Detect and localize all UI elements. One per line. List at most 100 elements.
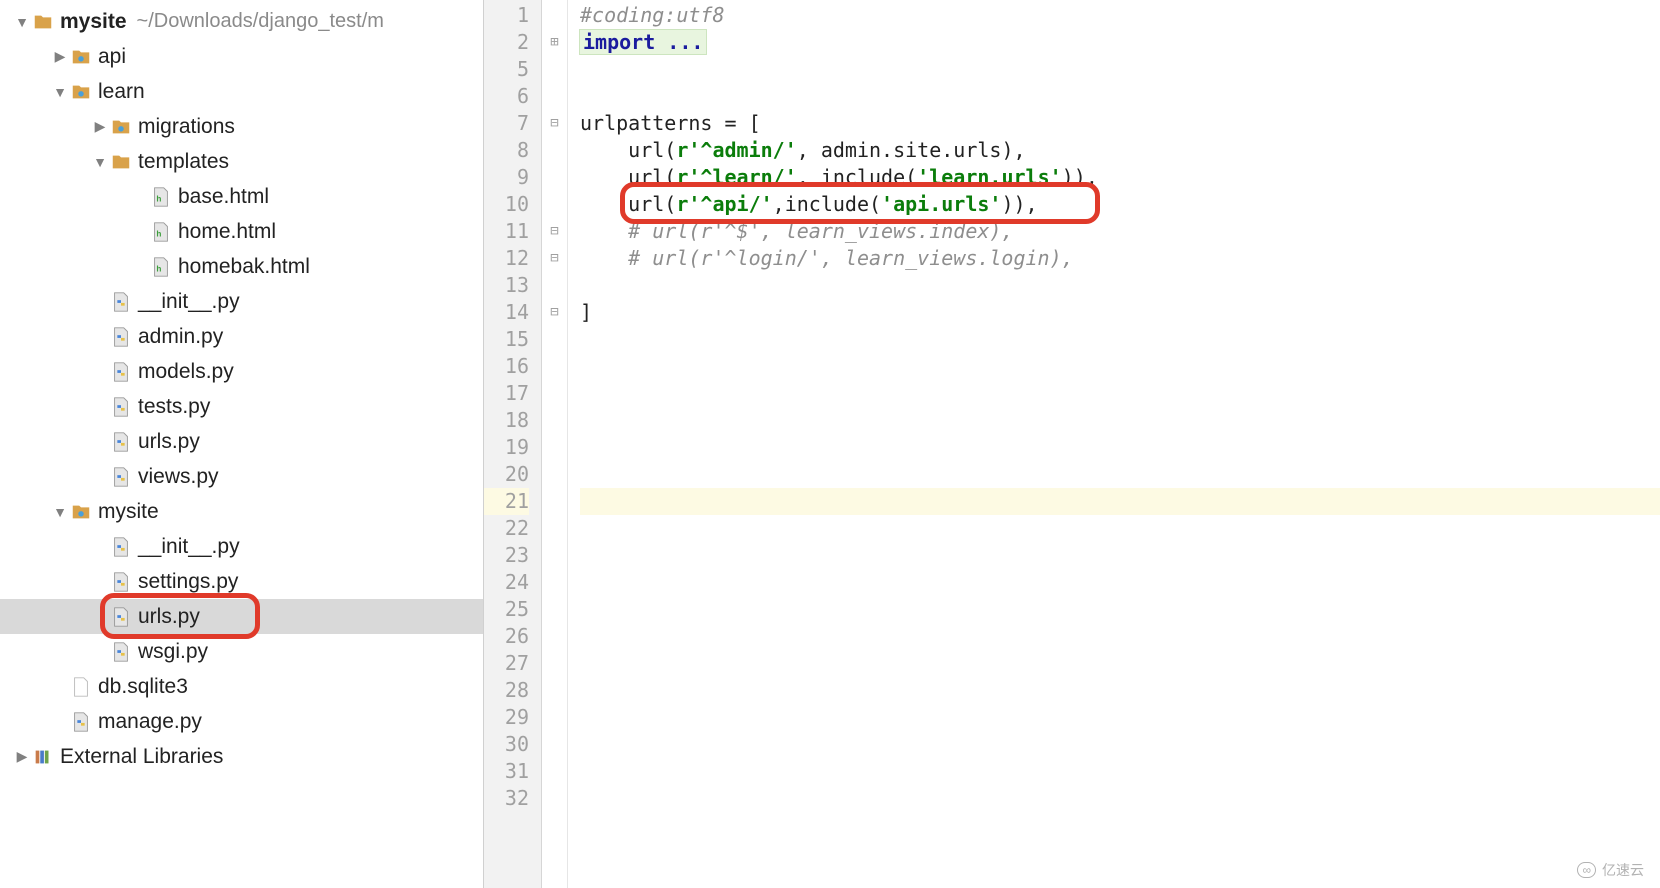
code-segment: , include( (797, 165, 917, 189)
folder-icon (110, 151, 132, 173)
tree-item-api[interactable]: ▶api (0, 39, 483, 74)
chevron-down-icon[interactable]: ▼ (50, 84, 70, 100)
fold-marker[interactable]: ⊟ (542, 299, 567, 326)
code-line-12[interactable]: # url(r'^login/', learn_views.login), (580, 245, 1660, 272)
tree-item-home-html[interactable]: ·hhome.html (0, 214, 483, 249)
fold-marker (542, 164, 567, 191)
code-line-22[interactable] (580, 515, 1660, 542)
fold-marker (542, 434, 567, 461)
project-sidebar[interactable]: ▼mysite~/Downloads/django_test/m▶api▼lea… (0, 0, 484, 888)
fold-marker (542, 596, 567, 623)
tree-item-models-py[interactable]: ·models.py (0, 354, 483, 389)
line-number: 6 (484, 83, 529, 110)
tree-item-db-sqlite3[interactable]: ·db.sqlite3 (0, 669, 483, 704)
fold-marker (542, 272, 567, 299)
tree-item-mysite[interactable]: ▼mysite~/Downloads/django_test/m (0, 4, 483, 39)
code-line-30[interactable] (580, 731, 1660, 758)
tree-item-migrations[interactable]: ▶migrations (0, 109, 483, 144)
code-line-14[interactable]: ] (580, 299, 1660, 326)
py-icon (110, 606, 132, 628)
chevron-down-icon[interactable]: ▼ (90, 154, 110, 170)
fold-marker[interactable]: ⊟ (542, 110, 567, 137)
code-line-29[interactable] (580, 704, 1660, 731)
pkg-icon (110, 116, 132, 138)
code-line-21[interactable] (580, 488, 1660, 515)
tree-item-label: manage.py (98, 710, 202, 734)
code-line-31[interactable] (580, 758, 1660, 785)
code-line-7[interactable]: urlpatterns = [ (580, 110, 1660, 137)
code-line-2[interactable]: import ... (580, 29, 1660, 56)
tree-item--init-py[interactable]: ·__init__.py (0, 529, 483, 564)
code-line-19[interactable] (580, 434, 1660, 461)
tree-item-urls-py[interactable]: ·urls.py (0, 599, 483, 634)
code-line-25[interactable] (580, 596, 1660, 623)
tree-item--init-py[interactable]: ·__init__.py (0, 284, 483, 319)
py-icon (110, 396, 132, 418)
tree-item-manage-py[interactable]: ·manage.py (0, 704, 483, 739)
code-line-24[interactable] (580, 569, 1660, 596)
tree-item-wsgi-py[interactable]: ·wsgi.py (0, 634, 483, 669)
tree-item-tests-py[interactable]: ·tests.py (0, 389, 483, 424)
fold-marker (542, 2, 567, 29)
tree-item-homebak-html[interactable]: ·hhomebak.html (0, 249, 483, 284)
code-line-20[interactable] (580, 461, 1660, 488)
html-icon: h (150, 221, 172, 243)
code-line-26[interactable] (580, 623, 1660, 650)
py-icon (110, 326, 132, 348)
code-line-27[interactable] (580, 650, 1660, 677)
code-line-28[interactable] (580, 677, 1660, 704)
fold-marker[interactable]: ⊟ (542, 245, 567, 272)
editor-code-area[interactable]: #coding:utf8import ... urlpatterns = [ ur… (568, 0, 1660, 888)
project-tree[interactable]: ▼mysite~/Downloads/django_test/m▶api▼lea… (0, 4, 483, 774)
code-line-13[interactable] (580, 272, 1660, 299)
code-segment: 'learn.urls' (917, 165, 1062, 189)
code-line-16[interactable] (580, 353, 1660, 380)
code-line-11[interactable]: # url(r'^$', learn_views.index), (580, 218, 1660, 245)
tree-item-label: home.html (178, 220, 276, 244)
tree-item-label: views.py (138, 465, 219, 489)
tree-item-urls-py[interactable]: ·urls.py (0, 424, 483, 459)
tree-item-external-libraries[interactable]: ▶External Libraries (0, 739, 483, 774)
fold-marker (542, 515, 567, 542)
tree-item-admin-py[interactable]: ·admin.py (0, 319, 483, 354)
line-number: 10 (484, 191, 529, 218)
code-line-18[interactable] (580, 407, 1660, 434)
fold-marker (542, 407, 567, 434)
code-line-5[interactable] (580, 56, 1660, 83)
fold-marker[interactable]: ⊟ (542, 218, 567, 245)
code-segment: #coding:utf8 (580, 3, 725, 27)
chevron-down-icon[interactable]: ▼ (12, 14, 32, 30)
watermark: ∞ 亿速云 (1577, 860, 1644, 880)
editor-fold-column[interactable]: ⊞⊟⊟⊟⊟ (542, 0, 568, 888)
file-icon (70, 676, 92, 698)
tree-item-label: tests.py (138, 395, 210, 419)
code-segment: url( (580, 192, 676, 216)
line-number: 12 (484, 245, 529, 272)
svg-text:h: h (156, 229, 161, 238)
code-line-32[interactable] (580, 785, 1660, 812)
code-line-9[interactable]: url(r'^learn/', include('learn.urls')), (580, 164, 1660, 191)
code-line-23[interactable] (580, 542, 1660, 569)
fold-marker[interactable]: ⊞ (542, 29, 567, 56)
code-line-15[interactable] (580, 326, 1660, 353)
code-line-8[interactable]: url(r'^admin/', admin.site.urls), (580, 137, 1660, 164)
code-segment: 'api.urls' (881, 192, 1001, 216)
tree-item-label: wsgi.py (138, 640, 208, 664)
fold-marker (542, 56, 567, 83)
code-line-6[interactable] (580, 83, 1660, 110)
line-number: 22 (484, 515, 529, 542)
tree-item-templates[interactable]: ▼templates (0, 144, 483, 179)
tree-item-learn[interactable]: ▼learn (0, 74, 483, 109)
tree-item-settings-py[interactable]: ·settings.py (0, 564, 483, 599)
chevron-down-icon[interactable]: ▼ (50, 504, 70, 520)
code-editor[interactable]: 1256789101112131415161718192021222324252… (484, 0, 1660, 888)
tree-item-views-py[interactable]: ·views.py (0, 459, 483, 494)
tree-item-mysite[interactable]: ▼mysite (0, 494, 483, 529)
code-line-1[interactable]: #coding:utf8 (580, 2, 1660, 29)
tree-item-base-html[interactable]: ·hbase.html (0, 179, 483, 214)
chevron-right-icon[interactable]: ▶ (12, 748, 32, 765)
code-line-17[interactable] (580, 380, 1660, 407)
chevron-right-icon[interactable]: ▶ (50, 48, 70, 65)
chevron-right-icon[interactable]: ▶ (90, 118, 110, 135)
code-line-10[interactable]: url(r'^api/',include('api.urls')), (580, 191, 1660, 218)
